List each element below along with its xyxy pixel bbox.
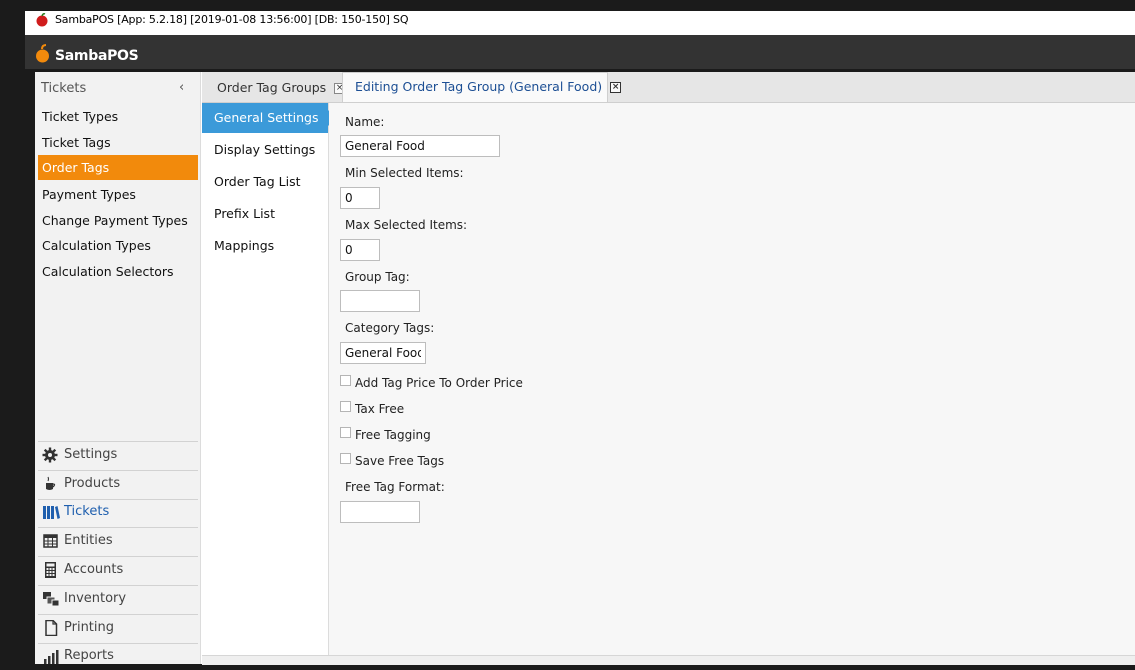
module-products[interactable]: Products bbox=[38, 470, 198, 498]
app-body: Tickets ‹ Ticket Types Ticket Tags Order… bbox=[35, 72, 1135, 665]
close-icon[interactable]: × bbox=[610, 82, 622, 93]
module-label: Entities bbox=[64, 533, 113, 548]
nav-item-order-tags[interactable]: Order Tags bbox=[38, 155, 198, 180]
group-tag-label: Group Tag: bbox=[345, 270, 410, 284]
tab-editing-order-tag-group[interactable]: Editing Order Tag Group (General Food) × bbox=[342, 72, 622, 102]
module-label: Printing bbox=[64, 620, 115, 635]
section-prefix-list[interactable]: Prefix List bbox=[202, 199, 328, 229]
apple-icon bbox=[36, 13, 48, 27]
module-printing[interactable]: Printing bbox=[38, 614, 198, 642]
section-display-settings[interactable]: Display Settings bbox=[202, 135, 328, 165]
module-label: Tickets bbox=[64, 504, 110, 519]
nav-section-header: Tickets bbox=[41, 81, 87, 96]
min-selected-items-field[interactable] bbox=[340, 187, 380, 209]
calculator-icon bbox=[45, 562, 56, 578]
nav-item-payment-types[interactable]: Payment Types bbox=[38, 182, 198, 207]
nav-item-calculation-types[interactable]: Calculation Types bbox=[38, 233, 198, 258]
window-title: SambaPOS [App: 5.2.18] [2019-01-08 13:56… bbox=[55, 13, 409, 26]
module-label: Settings bbox=[64, 447, 118, 462]
free-tag-format-label: Free Tag Format: bbox=[345, 480, 445, 494]
nav-item-calculation-selectors[interactable]: Calculation Selectors bbox=[38, 259, 198, 284]
section-order-tag-list[interactable]: Order Tag List bbox=[202, 167, 328, 197]
nav-item-ticket-tags[interactable]: Ticket Tags bbox=[38, 130, 198, 155]
tax-free-checkbox[interactable] bbox=[340, 401, 351, 412]
add-tag-price-checkbox[interactable] bbox=[340, 375, 351, 386]
module-settings[interactable]: Settings bbox=[38, 441, 198, 469]
free-tagging-checkbox[interactable] bbox=[340, 427, 351, 438]
module-label: Products bbox=[64, 476, 121, 491]
general-settings-form: Name: Min Selected Items: Max Selected I… bbox=[329, 103, 1135, 655]
tab-label: Editing Order Tag Group (General Food) bbox=[355, 79, 603, 94]
checkbox-label: Add Tag Price To Order Price bbox=[355, 376, 523, 390]
checkbox-label: Free Tagging bbox=[355, 428, 431, 442]
coffee-cup-icon bbox=[46, 476, 56, 490]
free-tag-format-field[interactable] bbox=[340, 501, 420, 523]
module-entities[interactable]: Entities bbox=[38, 527, 198, 555]
books-icon bbox=[43, 506, 60, 519]
checkbox-label: Tax Free bbox=[355, 402, 405, 416]
app-header: SambaPOS bbox=[25, 35, 1135, 69]
module-label: Inventory bbox=[64, 591, 127, 606]
max-selected-items-label: Max Selected Items: bbox=[345, 218, 468, 232]
save-free-tags-checkbox[interactable] bbox=[340, 453, 351, 464]
category-tags-field[interactable] bbox=[340, 342, 426, 364]
name-label: Name: bbox=[345, 115, 385, 129]
collapse-chevron-icon[interactable]: ‹ bbox=[179, 80, 184, 95]
module-label: Reports bbox=[64, 648, 114, 663]
module-label: Accounts bbox=[64, 562, 124, 577]
window-titlebar: SambaPOS [App: 5.2.18] [2019-01-08 13:56… bbox=[25, 11, 1135, 35]
left-navigation: Tickets ‹ Ticket Types Ticket Tags Order… bbox=[35, 72, 201, 664]
category-tags-label: Category Tags: bbox=[345, 321, 435, 335]
sambapos-logo-icon bbox=[36, 44, 49, 63]
module-inventory[interactable]: Inventory bbox=[38, 585, 198, 613]
group-tag-field[interactable] bbox=[340, 290, 420, 312]
table-icon bbox=[43, 534, 58, 548]
document-tabbar: Order Tag Groups × Editing Order Tag Gro… bbox=[202, 72, 1135, 103]
nav-item-ticket-types[interactable]: Ticket Types bbox=[38, 104, 198, 129]
app-brand: SambaPOS bbox=[55, 48, 139, 64]
name-field[interactable] bbox=[340, 135, 500, 157]
module-accounts[interactable]: Accounts bbox=[38, 556, 198, 584]
max-selected-items-field[interactable] bbox=[340, 239, 380, 261]
section-general-settings[interactable]: General Settings bbox=[202, 103, 336, 133]
tab-order-tag-groups[interactable]: Order Tag Groups × bbox=[205, 77, 346, 101]
bar-chart-icon bbox=[44, 650, 59, 664]
module-reports[interactable]: Reports bbox=[38, 642, 198, 670]
document-icon bbox=[45, 620, 58, 636]
min-selected-items-label: Min Selected Items: bbox=[345, 166, 464, 180]
nav-item-change-payment-types[interactable]: Change Payment Types bbox=[38, 208, 198, 233]
module-tickets[interactable]: Tickets bbox=[38, 498, 198, 526]
boxes-icon bbox=[43, 592, 60, 607]
tab-label: Order Tag Groups bbox=[217, 80, 327, 95]
gear-icon bbox=[42, 447, 58, 463]
section-mappings[interactable]: Mappings bbox=[202, 231, 328, 261]
checkbox-label: Save Free Tags bbox=[355, 454, 445, 468]
settings-section-list: General Settings Display Settings Order … bbox=[202, 103, 336, 664]
